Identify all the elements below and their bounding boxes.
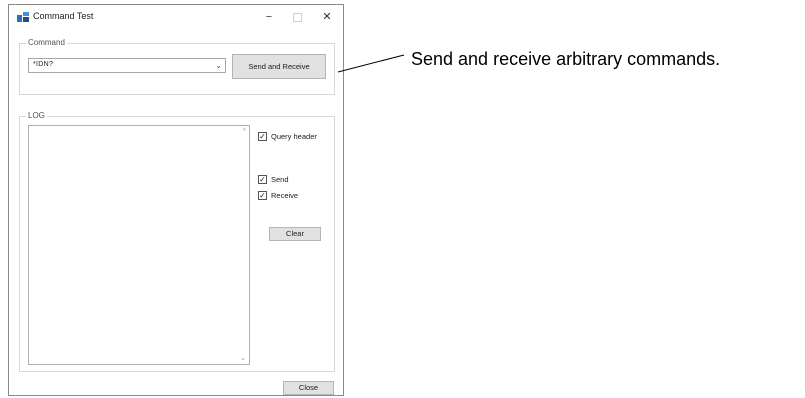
annotation-text: Send and receive arbitrary commands.: [411, 49, 721, 69]
